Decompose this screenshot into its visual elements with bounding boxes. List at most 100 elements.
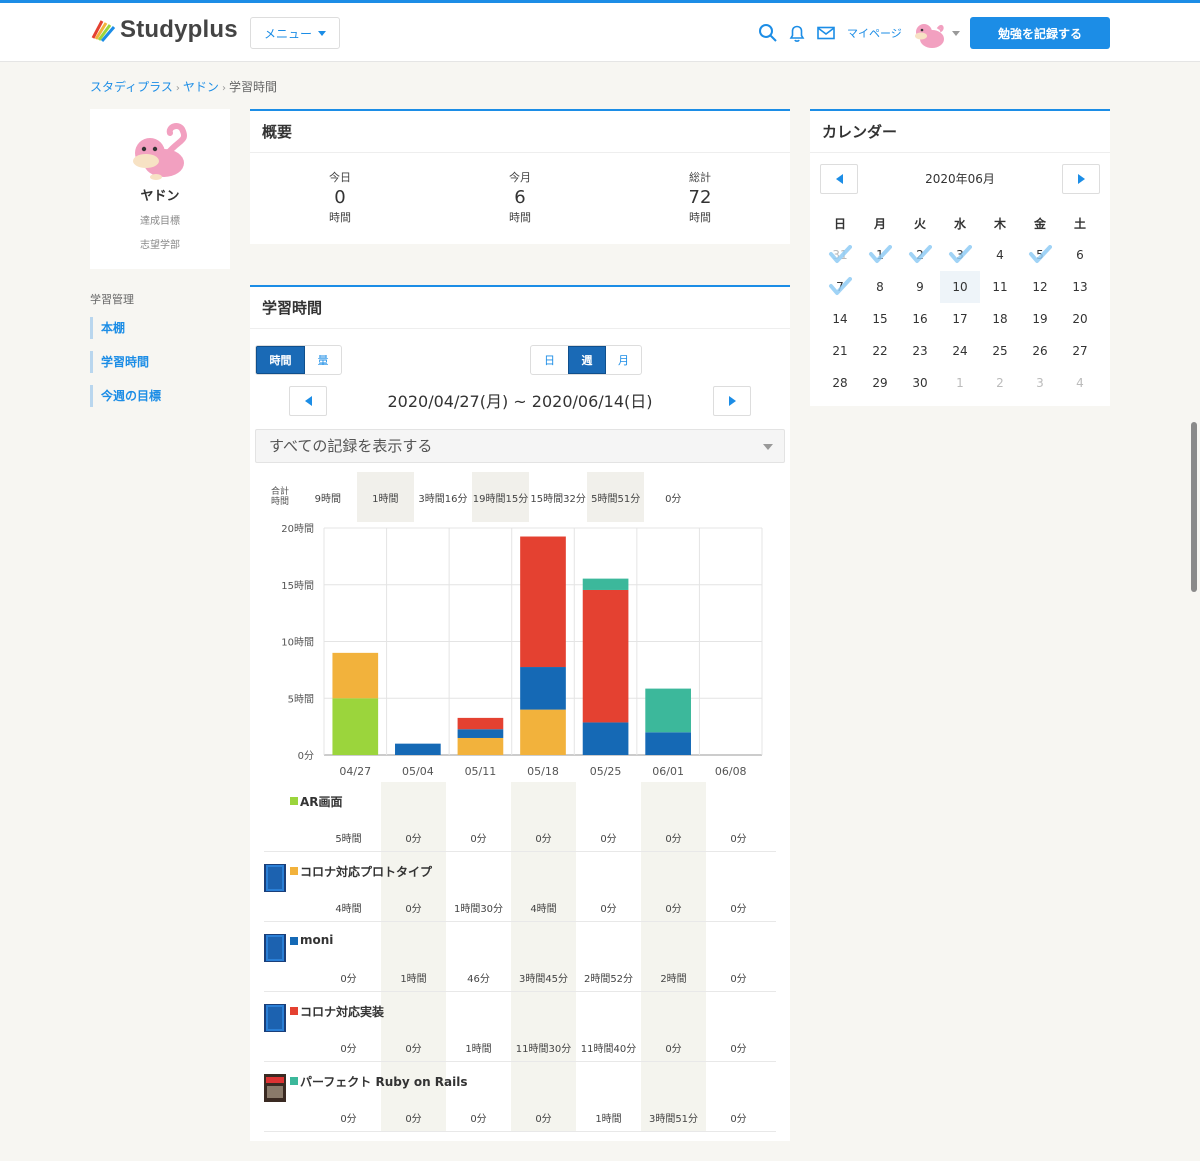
calendar-day[interactable]: 29	[860, 367, 900, 399]
calendar-day[interactable]: 10	[940, 271, 980, 303]
calendar-day-number: 29	[872, 376, 888, 390]
tab-day[interactable]: 日	[531, 346, 568, 374]
tab-month[interactable]: 月	[606, 346, 641, 374]
profile-department: 志望学部	[140, 240, 180, 251]
calendar-day[interactable]: 14	[820, 303, 860, 335]
calendar-next-button[interactable]	[1062, 164, 1100, 194]
breadcrumb-user[interactable]: ヤドン	[183, 80, 219, 94]
summary-card: 概要 今日 0 時間 今月 6 時間 総計 72 時間	[250, 109, 790, 244]
chevron-down-icon	[318, 30, 326, 36]
calendar-day[interactable]: 24	[940, 335, 980, 367]
studyplus-logo[interactable]: Studyplus	[90, 16, 238, 44]
calendar-day[interactable]: 22	[860, 335, 900, 367]
calendar-day[interactable]: 4	[980, 239, 1020, 271]
subject-row[interactable]: 0分 1時間 46分 3時間45分 2時間52分 2時間 0分 moni	[250, 922, 790, 992]
calendar-day[interactable]: 31	[820, 239, 860, 271]
next-range-button[interactable]	[713, 386, 751, 416]
calendar-day-number: 20	[1072, 312, 1088, 326]
subject-row[interactable]: 4時間 0分 1時間30分 4時間 0分 0分 0分 コロナ対応プロトタイプ	[250, 852, 790, 922]
calendar-day[interactable]: 7	[820, 271, 860, 303]
tab-week[interactable]: 週	[568, 346, 606, 374]
sidebar-item-weekly-goal[interactable]: 今週の目標	[90, 385, 161, 407]
calendar-day[interactable]: 13	[1060, 271, 1100, 303]
subject-value-cell: 0分	[470, 834, 487, 845]
bar-segment	[582, 722, 629, 755]
breadcrumb-sep-icon: ›	[175, 83, 180, 94]
calendar-day[interactable]: 26	[1020, 335, 1060, 367]
mail-icon[interactable]	[816, 23, 836, 43]
calendar-week-row: 28 29 30 1 2 3 4	[820, 367, 1100, 399]
calendar-day[interactable]: 28	[820, 367, 860, 399]
calendar-day[interactable]: 15	[860, 303, 900, 335]
summary-month-label: 今月	[509, 171, 531, 184]
subject-value-cell: 0分	[641, 782, 706, 852]
bar-segment	[520, 667, 566, 710]
calendar-day[interactable]: 20	[1060, 303, 1100, 335]
calendar-day[interactable]: 25	[980, 335, 1020, 367]
calendar-day[interactable]: 1	[860, 239, 900, 271]
subject-row[interactable]: 0分 0分 1時間 11時間30分 11時間40分 0分 0分 コロナ対応実装	[250, 992, 790, 1062]
calendar-day[interactable]: 9	[900, 271, 940, 303]
subject-row[interactable]: 5時間 0分 0分 0分 0分 0分 0分 AR画面	[250, 782, 790, 852]
calendar-day[interactable]: 11	[980, 271, 1020, 303]
page-scrollbar[interactable]	[1191, 422, 1197, 592]
subject-color-swatch	[290, 937, 298, 945]
calendar-day[interactable]: 1	[940, 367, 980, 399]
profile-avatar[interactable]	[128, 119, 192, 183]
calendar-day[interactable]: 30	[900, 367, 940, 399]
calendar-day-number: 18	[992, 312, 1008, 326]
mypage-link[interactable]: マイページ	[847, 25, 902, 41]
sidebar-item-study-time[interactable]: 学習時間	[90, 351, 149, 373]
search-icon[interactable]	[758, 23, 778, 43]
book-cover-icon	[264, 934, 286, 962]
calendar-week-row: 14 15 16 17 18 19 20	[820, 303, 1100, 335]
calendar-day-number: 17	[952, 312, 968, 326]
calendar-weekday: 月	[873, 216, 886, 231]
bar-segment	[520, 536, 566, 668]
row-divider	[264, 1131, 776, 1132]
user-avatar[interactable]	[912, 17, 946, 51]
breadcrumb-home[interactable]: スタディプラス	[90, 80, 173, 94]
calendar-grid: 日月火水木金土 31 1 2 3 4 5 6 7 8 9 10 11 12 13 14 15 16 17 18 19 20…	[820, 207, 1100, 399]
bell-icon[interactable]	[787, 23, 807, 43]
calendar-day[interactable]: 17	[940, 303, 980, 335]
summary-title: 概要	[250, 111, 790, 153]
subject-row[interactable]: 0分 0分 0分 0分 1時間 3時間51分 0分 パーフェクト Ruby on Rails	[250, 1062, 790, 1132]
avatar-chevron-icon[interactable]	[952, 31, 960, 36]
record-filter-select[interactable]: すべての記録を表示する	[255, 429, 785, 463]
sidebar-item-bookshelf[interactable]: 本棚	[90, 317, 125, 339]
tab-amount[interactable]: 量	[305, 346, 341, 374]
calendar-day[interactable]: 4	[1060, 367, 1100, 399]
x-tick-label: 05/11	[465, 765, 497, 778]
weekly-total-cell: 9時間	[314, 493, 341, 505]
calendar-day[interactable]: 21	[820, 335, 860, 367]
calendar-day[interactable]: 16	[900, 303, 940, 335]
top-header: Studyplus メニュー マイページ 勉強を記録する	[0, 0, 1200, 62]
calendar-day[interactable]: 5	[1020, 239, 1060, 271]
calendar-day[interactable]: 6	[1060, 239, 1100, 271]
calendar-title: カレンダー	[810, 111, 1110, 153]
study-check-icon	[949, 245, 972, 263]
calendar-day[interactable]: 2	[900, 239, 940, 271]
chevron-down-icon	[763, 444, 773, 450]
calendar-day[interactable]: 27	[1060, 335, 1100, 367]
calendar-day[interactable]: 3	[940, 239, 980, 271]
calendar-day[interactable]: 2	[980, 367, 1020, 399]
profile-name: ヤドン	[140, 189, 180, 204]
bar-segment	[645, 688, 691, 733]
subject-value-cell: 46分	[467, 974, 490, 985]
calendar-day[interactable]: 12	[1020, 271, 1060, 303]
calendar-day[interactable]: 3	[1020, 367, 1060, 399]
calendar-week-row: 31 1 2 3 4 5 6	[820, 239, 1100, 271]
weekly-total-cell: 0分	[665, 493, 682, 505]
record-study-button[interactable]: 勉強を記録する	[970, 17, 1110, 49]
calendar-day[interactable]: 23	[900, 335, 940, 367]
tab-hours[interactable]: 時間	[256, 346, 305, 374]
calendar-day[interactable]: 8	[860, 271, 900, 303]
breadcrumb-sep-icon: ›	[221, 83, 226, 94]
filter-value: すべての記録を表示する	[269, 437, 433, 455]
calendar-day[interactable]: 18	[980, 303, 1020, 335]
calendar-day[interactable]: 19	[1020, 303, 1060, 335]
menu-dropdown-button[interactable]: メニュー	[250, 17, 340, 49]
calendar-day-number: 9	[916, 280, 924, 294]
